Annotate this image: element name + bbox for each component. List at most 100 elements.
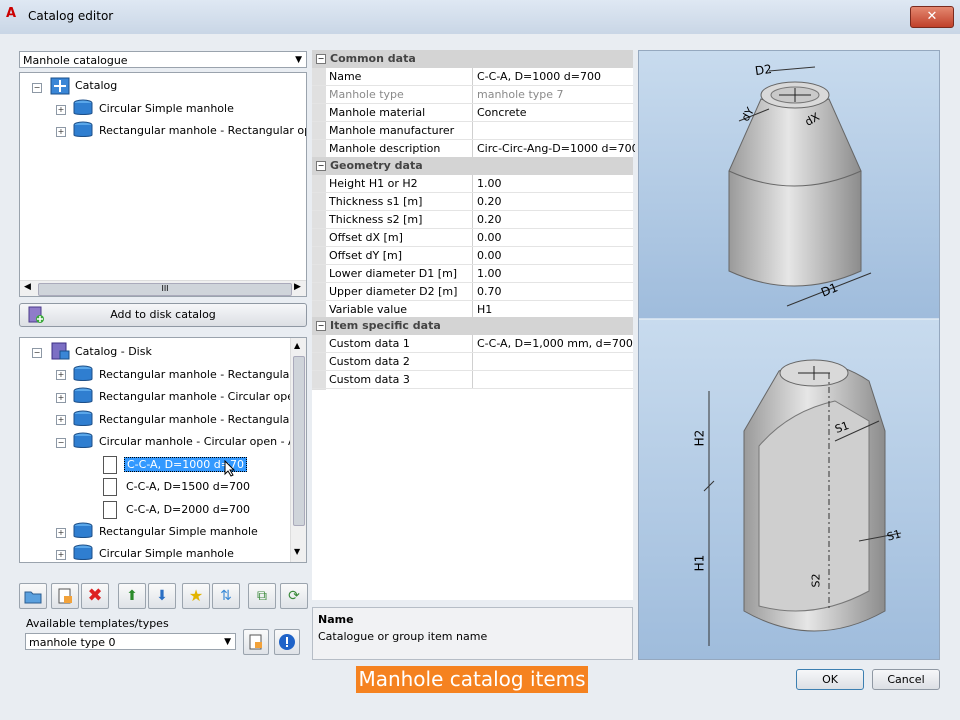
catalogue-select[interactable]: Manhole catalogue ▼ — [19, 51, 307, 68]
property-row[interactable]: Custom data 1 C-C-A, D=1,000 mm, d=700 mr — [312, 335, 635, 353]
tree-item-rectangular-open[interactable]: Rectangular manhole - Rectangular open -… — [99, 121, 306, 141]
disk-tree-item-circular-angular[interactable]: Circular manhole - Circular open - Angul… — [99, 432, 306, 452]
scroll-down-icon[interactable]: ▼ — [294, 547, 300, 556]
tree-root-catalog[interactable]: Catalog — [75, 76, 117, 96]
export-button[interactable]: ⬇ — [148, 583, 176, 609]
import-icon: ⬆ — [126, 588, 138, 604]
disk-tree-item[interactable]: Rectangular Simple manhole — [99, 522, 258, 542]
catalog-item[interactable]: C-C-A, D=2000 d=700 — [126, 500, 250, 520]
catalog-tree[interactable]: − Catalog + Circular Simple manhole + Re… — [19, 72, 307, 297]
catalog-item[interactable]: C-C-A, D=1500 d=700 — [126, 477, 250, 497]
property-row[interactable]: Offset dY [m] 0.00 — [312, 247, 633, 265]
autocad-app-icon: A — [6, 6, 17, 21]
property-value[interactable]: 0.70 — [475, 283, 635, 300]
property-name: Manhole manufacturer — [328, 122, 473, 139]
close-button[interactable]: ✕ — [910, 6, 954, 28]
templates-select-value: manhole type 0 — [29, 636, 116, 649]
scroll-thumb[interactable]: III — [38, 283, 292, 296]
property-value[interactable]: 0.00 — [475, 229, 635, 246]
property-row[interactable]: Custom data 3 — [312, 371, 633, 389]
copy-button[interactable]: ⧉ — [248, 583, 276, 609]
collapse-icon[interactable]: − — [316, 321, 326, 331]
manhole-group-icon — [73, 432, 93, 448]
property-row[interactable]: Thickness s2 [m] 0.20 — [312, 211, 633, 229]
disk-tree-item[interactable]: Rectangular manhole - Rectangular open — [99, 365, 306, 385]
property-name: Manhole material — [328, 104, 473, 121]
expand-icon[interactable]: + — [56, 105, 66, 115]
property-value[interactable]: Concrete — [475, 104, 635, 121]
property-row[interactable]: Lower diameter D1 [m] 1.00 — [312, 265, 633, 283]
property-row[interactable]: Manhole material Concrete — [312, 104, 633, 122]
property-value[interactable]: C-C-A, D=1000 d=700 — [475, 68, 635, 85]
info-button[interactable] — [274, 629, 300, 655]
expand-icon[interactable]: + — [56, 370, 66, 380]
scroll-right-icon[interactable]: ▶ — [294, 282, 301, 292]
label-s2: S2 — [809, 573, 823, 588]
property-row[interactable]: Manhole description Circ-Circ-Ang-D=1000 … — [312, 140, 635, 158]
category-common-data[interactable]: − Common data — [312, 50, 633, 68]
collapse-icon[interactable]: − — [32, 348, 42, 358]
scroll-thumb[interactable] — [293, 356, 305, 526]
expand-icon[interactable]: + — [56, 528, 66, 538]
disk-catalog-tree[interactable]: − Catalog - Disk + Rectangular manhole -… — [19, 337, 307, 563]
expand-icon[interactable]: + — [56, 550, 66, 560]
property-row[interactable]: Manhole type manhole type 7 — [312, 86, 633, 104]
add-to-disk-catalog-label: Add to disk catalog — [110, 308, 216, 321]
property-name: Manhole type — [328, 86, 473, 103]
add-to-disk-catalog-button[interactable]: Add to disk catalog — [19, 303, 307, 327]
collapse-icon[interactable]: − — [316, 54, 326, 64]
tree-item-circular-simple[interactable]: Circular Simple manhole — [99, 99, 234, 119]
property-value[interactable]: 0.20 — [475, 211, 635, 228]
new-template-button[interactable] — [243, 629, 269, 655]
disk-tree-root[interactable]: Catalog - Disk — [75, 342, 152, 362]
property-row[interactable]: Height H1 or H2 1.00 — [312, 175, 633, 193]
property-value[interactable]: H1 — [475, 301, 635, 318]
scroll-left-icon[interactable]: ◀ — [24, 282, 31, 292]
property-row[interactable]: Upper diameter D2 [m] 0.70 — [312, 283, 633, 301]
favorite-button[interactable]: ★ — [182, 583, 210, 609]
category-item-specific-data[interactable]: − Item specific data — [312, 317, 633, 335]
property-value[interactable]: C-C-A, D=1,000 mm, d=700 mr — [475, 335, 635, 352]
property-value[interactable] — [475, 122, 635, 139]
property-row[interactable]: Offset dX [m] 0.00 — [312, 229, 633, 247]
delete-button[interactable]: ✖ — [81, 583, 109, 609]
disk-tree-item[interactable]: Circular Simple manhole — [99, 544, 234, 562]
property-value[interactable]: Circ-Circ-Ang-D=1000 d=700 — [475, 140, 635, 157]
label-h2: H2 — [692, 429, 707, 447]
expand-icon[interactable]: + — [56, 415, 66, 425]
collapse-icon[interactable]: − — [32, 83, 42, 93]
category-geometry-data[interactable]: − Geometry data — [312, 157, 633, 175]
catalogue-select-value: Manhole catalogue — [23, 54, 128, 67]
property-row[interactable]: Name C-C-A, D=1000 d=700 — [312, 68, 633, 86]
expand-icon[interactable]: + — [56, 393, 66, 403]
ok-button[interactable]: OK — [796, 669, 864, 690]
sort-button[interactable]: ⇅ — [212, 583, 240, 609]
new-item-button[interactable] — [51, 583, 79, 609]
refresh-button[interactable]: ⟳ — [280, 583, 308, 609]
collapse-icon[interactable]: − — [56, 438, 66, 448]
property-value[interactable]: 0.20 — [475, 193, 635, 210]
property-row[interactable]: Custom data 2 — [312, 353, 633, 371]
property-value[interactable]: 0.00 — [475, 247, 635, 264]
property-value[interactable] — [475, 371, 635, 388]
open-folder-button[interactable] — [19, 583, 47, 609]
property-value[interactable] — [475, 353, 635, 370]
property-value[interactable]: 1.00 — [475, 175, 635, 192]
disk-tree-item[interactable]: Rectangular manhole - Rectangular open - — [99, 410, 306, 430]
property-value[interactable]: 1.00 — [475, 265, 635, 282]
manhole-group-icon — [73, 99, 93, 115]
property-name: Name — [328, 68, 473, 85]
import-button[interactable]: ⬆ — [118, 583, 146, 609]
info-icon — [279, 634, 295, 650]
document-icon — [103, 456, 117, 474]
expand-icon[interactable]: + — [56, 127, 66, 137]
cancel-button[interactable]: Cancel — [872, 669, 940, 690]
property-row[interactable]: Thickness s1 [m] 0.20 — [312, 193, 633, 211]
horizontal-scrollbar[interactable]: ◀ III ▶ — [20, 280, 306, 296]
vertical-scrollbar[interactable]: ▲ ▼ — [290, 338, 306, 562]
templates-select[interactable]: manhole type 0 ▼ — [25, 633, 236, 650]
collapse-icon[interactable]: − — [316, 161, 326, 171]
scroll-up-icon[interactable]: ▲ — [294, 341, 300, 350]
disk-tree-item[interactable]: Rectangular manhole - Circular open — [99, 387, 301, 407]
property-row[interactable]: Manhole manufacturer — [312, 122, 633, 140]
